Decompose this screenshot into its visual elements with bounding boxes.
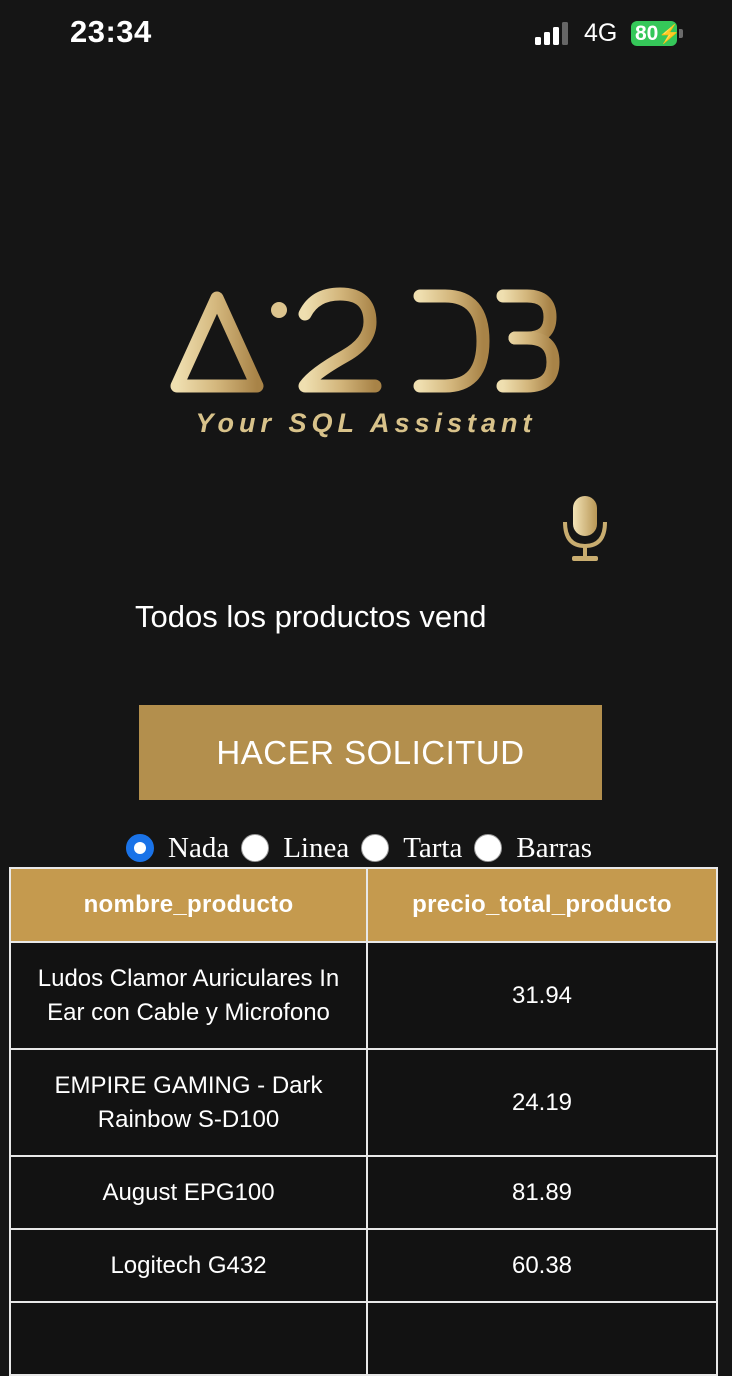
table-cell-nombre <box>9 1301 368 1376</box>
table-cell-precio: 60.38 <box>366 1228 718 1303</box>
column-header-precio-total-producto: precio_total_producto <box>366 867 718 943</box>
table-row: August EPG100 81.89 <box>9 1155 718 1230</box>
radio-label-barras: Barras <box>516 831 593 864</box>
table-row: Ludos Clamor Auriculares In Ear con Cabl… <box>9 941 718 1050</box>
submit-request-button[interactable]: HACER SOLICITUD <box>139 705 602 800</box>
chart-type-radio-group: Nada Linea Tarta Barras <box>126 828 604 868</box>
results-table: nombre_producto precio_total_producto Lu… <box>9 867 718 1376</box>
table-cell-precio: 24.19 <box>366 1048 718 1157</box>
battery-cap <box>679 29 683 38</box>
radio-linea[interactable]: Linea <box>241 832 361 865</box>
radio-button-barras[interactable] <box>474 834 503 862</box>
radio-button-linea[interactable] <box>241 834 270 862</box>
status-time: 23:34 <box>70 14 152 49</box>
logo-tagline: Your SQL Assistant <box>195 408 537 438</box>
table-cell-precio <box>366 1301 718 1376</box>
table-row: EMPIRE GAMING - Dark Rainbow S-D100 24.1… <box>9 1048 718 1157</box>
table-row-partial <box>9 1301 718 1376</box>
table-cell-precio: 31.94 <box>366 941 718 1050</box>
radio-button-tarta[interactable] <box>361 834 390 862</box>
microphone-icon[interactable] <box>562 494 608 564</box>
radio-button-nada[interactable] <box>126 834 154 862</box>
radio-tarta[interactable]: Tarta <box>361 832 474 865</box>
table-cell-nombre: Logitech G432 <box>9 1228 368 1303</box>
ai2db-logo <box>170 287 560 393</box>
status-bar: 23:34 4G 80⚡ <box>0 0 732 70</box>
table-row: Logitech G432 60.38 <box>9 1228 718 1303</box>
table-cell-nombre: Ludos Clamor Auriculares In Ear con Cabl… <box>9 941 368 1050</box>
radio-nada[interactable]: Nada <box>126 832 241 865</box>
radio-label-tarta: Tarta <box>403 831 463 864</box>
table-cell-nombre: August EPG100 <box>9 1155 368 1230</box>
radio-barras[interactable]: Barras <box>474 832 604 865</box>
table-cell-precio: 81.89 <box>366 1155 718 1230</box>
query-input[interactable] <box>133 598 607 636</box>
network-type: 4G <box>584 19 618 47</box>
table-cell-nombre: EMPIRE GAMING - Dark Rainbow S-D100 <box>9 1048 368 1157</box>
column-header-nombre-producto: nombre_producto <box>9 867 368 943</box>
table-header-row: nombre_producto precio_total_producto <box>9 867 718 943</box>
battery-level: 80 <box>635 22 659 45</box>
battery-icon: 80⚡ <box>631 21 681 46</box>
radio-label-linea: Linea <box>283 831 350 864</box>
radio-label-nada: Nada <box>168 831 230 864</box>
signal-icon <box>535 22 568 45</box>
